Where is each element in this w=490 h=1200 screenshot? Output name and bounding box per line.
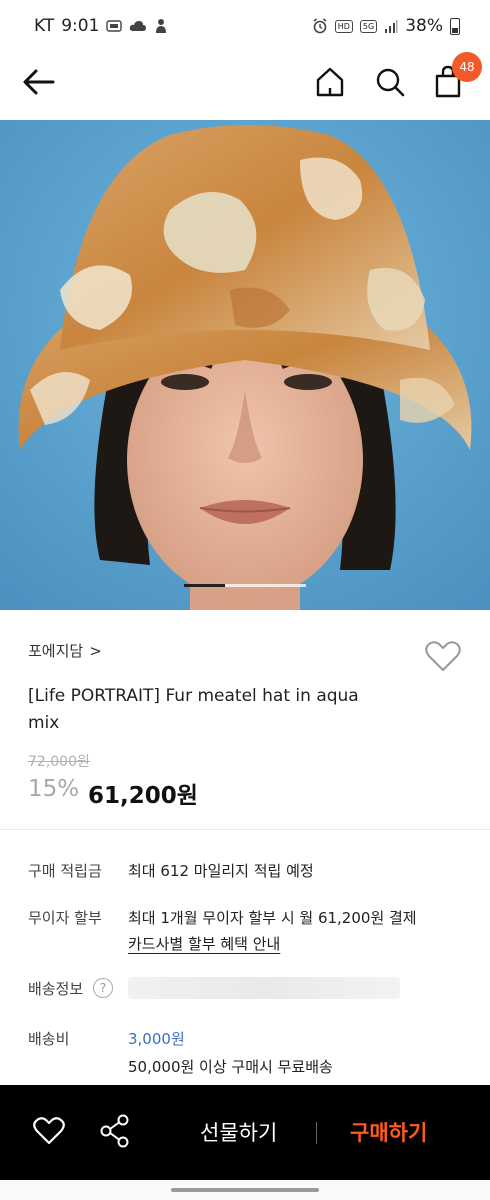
cloud-icon — [129, 20, 147, 32]
search-button[interactable] — [372, 64, 408, 100]
signal-icon — [384, 19, 398, 33]
back-button[interactable] — [20, 64, 58, 100]
home-gesture-handle[interactable] — [171, 1188, 319, 1192]
network-badge: 5G — [359, 19, 378, 33]
free-shipping-note: 50,000원 이상 구매시 무료배송 — [128, 1058, 333, 1076]
alarm-icon — [312, 18, 328, 34]
brand-link[interactable]: 포에지담 > — [28, 640, 102, 661]
product-title: [Life PORTRAIT] Fur meatel hat in aqua m… — [28, 686, 359, 733]
chevron-right-icon: > — [89, 641, 102, 660]
battery-percent: 38% — [405, 16, 443, 36]
shipping-info-label: 배송정보 — [28, 980, 84, 998]
wishlist-button[interactable] — [424, 638, 462, 674]
installment-value: 최대 1개월 무이자 할부 시 월 61,200원 결제 — [128, 909, 417, 927]
discount-rate: 15% — [28, 776, 80, 802]
help-icon[interactable]: ? — [93, 978, 113, 998]
hd-badge: HD — [334, 19, 353, 33]
app-notification-icon — [154, 18, 168, 34]
installment-benefits-link[interactable]: 카드사별 할부 혜택 안내 — [128, 933, 280, 954]
status-bar: KT 9:01 HD 5G 38% — [0, 0, 490, 52]
app-header — [0, 52, 490, 114]
image-carousel-indicator — [184, 584, 306, 587]
search-icon — [376, 68, 405, 97]
bottom-bar-separator — [316, 1122, 317, 1144]
clock: 9:01 — [61, 16, 100, 36]
share-button[interactable] — [98, 1113, 132, 1149]
battery-icon — [450, 17, 460, 35]
carrier-label: KT — [34, 16, 55, 36]
status-right: HD 5G 38% — [312, 16, 460, 36]
brand-name: 포에지담 — [28, 642, 84, 660]
share-icon — [100, 1114, 129, 1148]
gift-button[interactable]: 선물하기 — [200, 1117, 277, 1147]
shipping-info-placeholder — [128, 977, 400, 999]
product-image[interactable] — [0, 120, 490, 610]
cart-count-badge: 48 — [452, 52, 482, 82]
home-icon — [316, 67, 344, 97]
heart-icon — [33, 1117, 65, 1145]
bottom-wishlist-button[interactable] — [32, 1115, 66, 1147]
points-label: 구매 적립금 — [28, 862, 102, 880]
shipping-fee-label: 배송비 — [28, 1030, 70, 1048]
usb-icon — [106, 20, 123, 32]
back-arrow-icon — [23, 69, 55, 95]
installment-label: 무이자 할부 — [28, 909, 102, 927]
points-value: 최대 612 마일리지 적립 예정 — [128, 862, 314, 880]
buy-button[interactable]: 구매하기 — [350, 1117, 427, 1147]
bottom-action-bar: 선물하기 구매하기 — [0, 1085, 490, 1180]
status-left: KT 9:01 — [34, 16, 168, 36]
home-button[interactable] — [312, 64, 348, 100]
section-divider — [0, 829, 490, 830]
sale-price: 61,200원 — [88, 783, 198, 809]
original-price: 72,000원 — [28, 754, 90, 770]
product-photo — [0, 120, 490, 610]
shipping-fee-value: 3,000원 — [128, 1030, 185, 1048]
heart-icon — [425, 641, 461, 671]
carousel-active-segment — [184, 584, 225, 587]
